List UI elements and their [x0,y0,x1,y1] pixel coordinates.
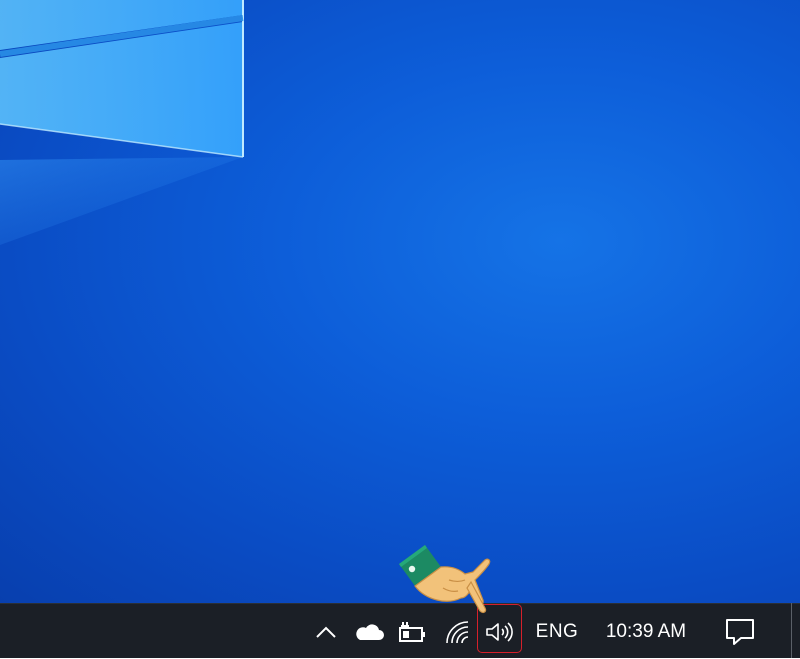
pointing-hand-icon [399,545,491,614]
windows-wallpaper-light-pane [0,0,244,245]
action-center-button[interactable] [718,604,762,659]
notification-speech-bubble-icon [726,618,754,645]
battery-charging-icon [399,621,425,642]
wifi-icon [446,620,469,643]
speaker-volume-icon [486,621,513,642]
desktop-background [0,0,800,603]
show-desktop-divider[interactable] [791,603,792,658]
onedrive-cloud-icon [356,623,384,640]
chevron-up-icon [316,626,336,638]
clock-time: 10:39 AM [605,620,687,642]
onedrive-button[interactable] [352,604,386,659]
show-hidden-icons-button[interactable] [312,604,340,659]
input-language-button[interactable]: ENG [530,604,584,659]
clock-button[interactable]: 10:39 AM [596,604,696,659]
language-label: ENG [535,620,579,642]
